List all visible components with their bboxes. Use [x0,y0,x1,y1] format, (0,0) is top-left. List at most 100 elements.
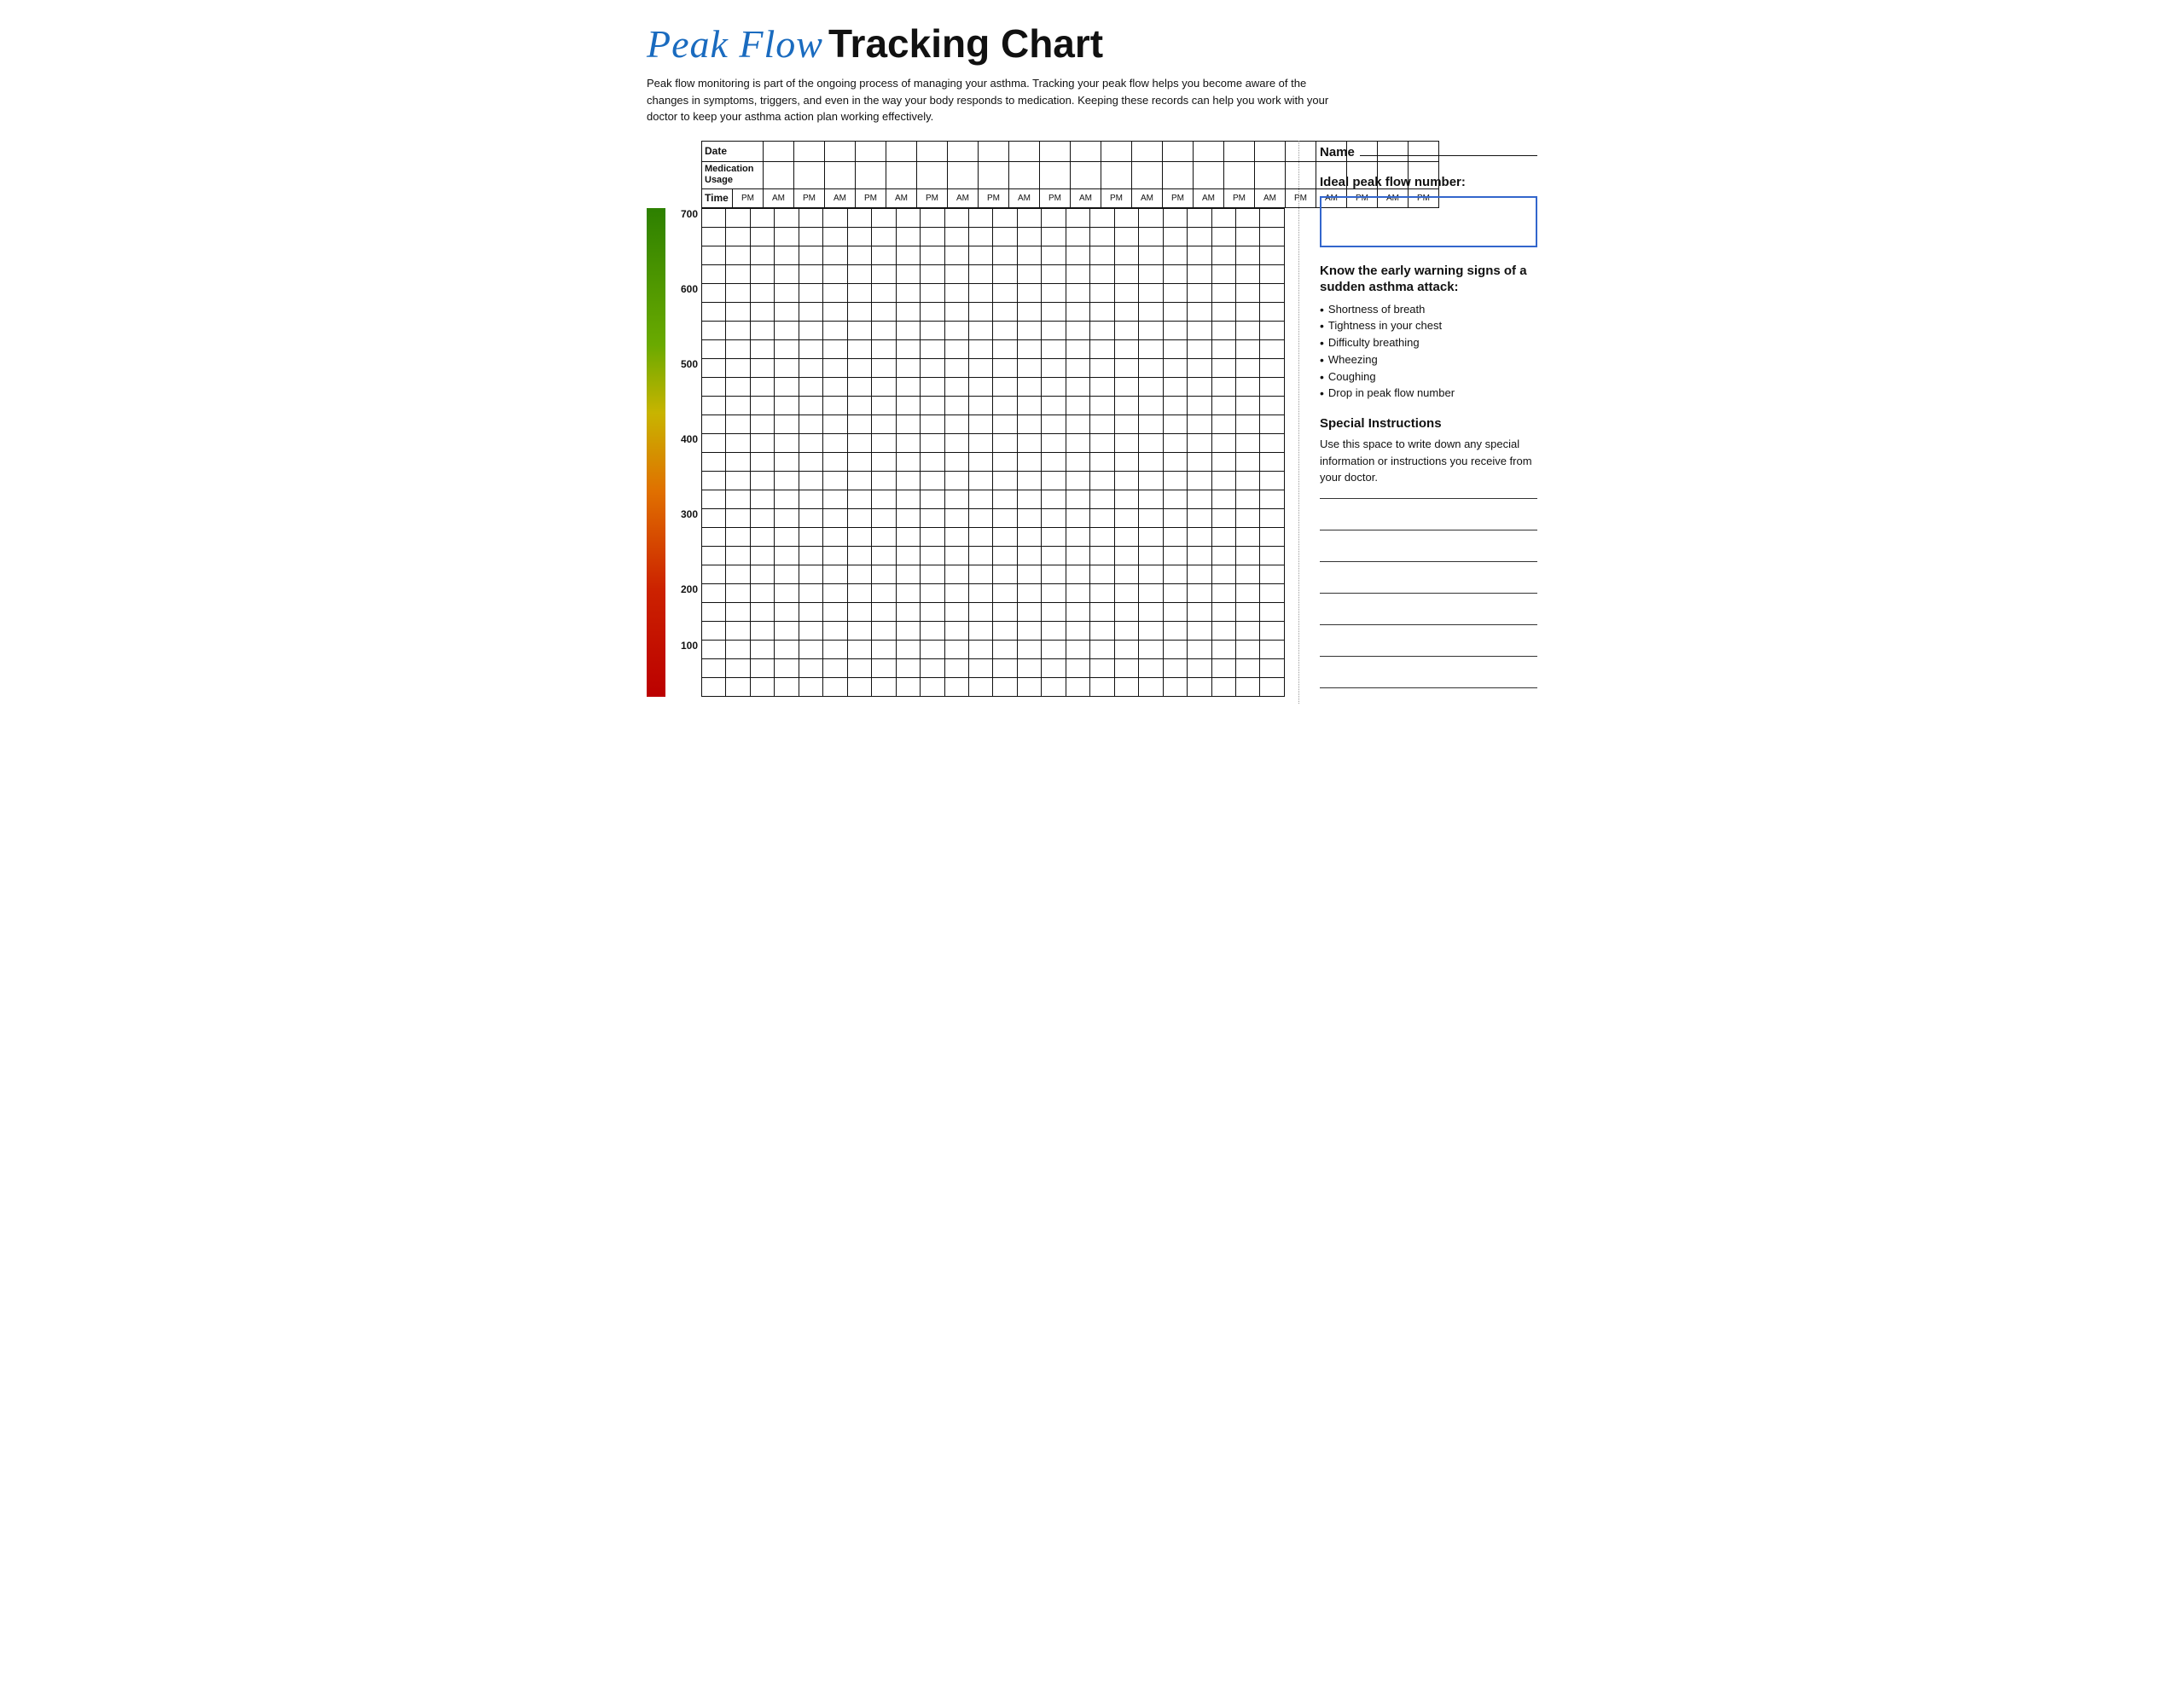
data-cell [1260,433,1285,452]
data-cell [1260,583,1285,602]
data-cell [775,452,799,471]
data-cell [1260,358,1285,377]
data-cell [1163,264,1187,283]
data-cell [702,658,726,677]
time-am: PM [794,188,825,207]
y-label-700: 700 [681,209,698,219]
data-cell [702,583,726,602]
data-cell [702,377,726,396]
table-row [702,339,1285,358]
data-cell [968,264,992,283]
data-cell [896,471,920,490]
data-cell [944,583,968,602]
data-cell [799,527,822,546]
data-cell [847,377,871,396]
data-cell [1042,246,1066,264]
data-cell [1066,565,1089,583]
data-cell [702,546,726,565]
data-cell [799,358,822,377]
chart-header-section: DateMedicationUsageTimePMAMPMAMPMAMPMAMP… [701,141,1285,208]
data-cell [1066,658,1089,677]
data-cell [1260,640,1285,658]
data-cell [1260,527,1285,546]
data-cell [1090,339,1114,358]
data-cell [1188,302,1211,321]
write-space-4 [1320,609,1537,624]
data-cell [1235,246,1259,264]
table-row [702,602,1285,621]
data-cell [1260,658,1285,677]
med-cell [1132,161,1163,188]
data-cell [872,321,896,339]
data-cell [775,302,799,321]
data-cell [799,565,822,583]
data-cell [750,358,774,377]
data-cell [726,452,750,471]
time-am: PM [917,188,948,207]
data-cell [944,283,968,302]
data-cell [1188,471,1211,490]
data-cell [1114,396,1138,415]
data-cell [1066,452,1089,471]
data-cell [872,677,896,696]
data-cell [847,621,871,640]
med-cell [1224,161,1255,188]
data-cell [1017,321,1041,339]
data-cell [1090,546,1114,565]
date-cell [1009,141,1040,161]
data-cell [1090,396,1114,415]
data-cell [993,396,1017,415]
data-cell [847,640,871,658]
ideal-peak-flow-box[interactable] [1320,196,1537,247]
data-cell [921,321,944,339]
data-cell [921,677,944,696]
time-pm: AM [1194,188,1224,207]
data-cell [847,283,871,302]
data-cell [1139,302,1163,321]
data-cell [1260,208,1285,227]
write-space-2 [1320,546,1537,561]
data-cell [1114,321,1138,339]
time-pm: AM [886,188,917,207]
data-cell [968,283,992,302]
data-cell [1066,339,1089,358]
data-cell [1017,302,1041,321]
data-cell [702,321,726,339]
data-cell [799,302,822,321]
data-cell [1260,490,1285,508]
data-cell [1042,621,1066,640]
data-cell [726,508,750,527]
data-cell [1017,677,1041,696]
data-cell [1211,640,1235,658]
data-cell [799,283,822,302]
data-cell [896,377,920,396]
write-line-3 [1320,561,1537,562]
data-cell [968,321,992,339]
data-cell [1114,377,1138,396]
data-cell [847,264,871,283]
data-cell [872,602,896,621]
data-cell [775,227,799,246]
data-cell [872,246,896,264]
data-cell [702,415,726,433]
data-cell [823,321,847,339]
data-cell [702,246,726,264]
data-cell [1017,640,1041,658]
data-cell [896,565,920,583]
data-cell [968,677,992,696]
data-cell [1090,208,1114,227]
data-cell [823,508,847,527]
data-cell [726,208,750,227]
data-cell [1235,264,1259,283]
data-cell [799,396,822,415]
data-cell [750,471,774,490]
title-script: Peak Flow [647,21,823,67]
table-row [702,640,1285,658]
medication-label: MedicationUsage [702,161,764,188]
data-cell [1042,471,1066,490]
data-cell [702,208,726,227]
data-cell [750,546,774,565]
data-cell [1066,321,1089,339]
data-cell [1090,640,1114,658]
data-cell [1017,565,1041,583]
